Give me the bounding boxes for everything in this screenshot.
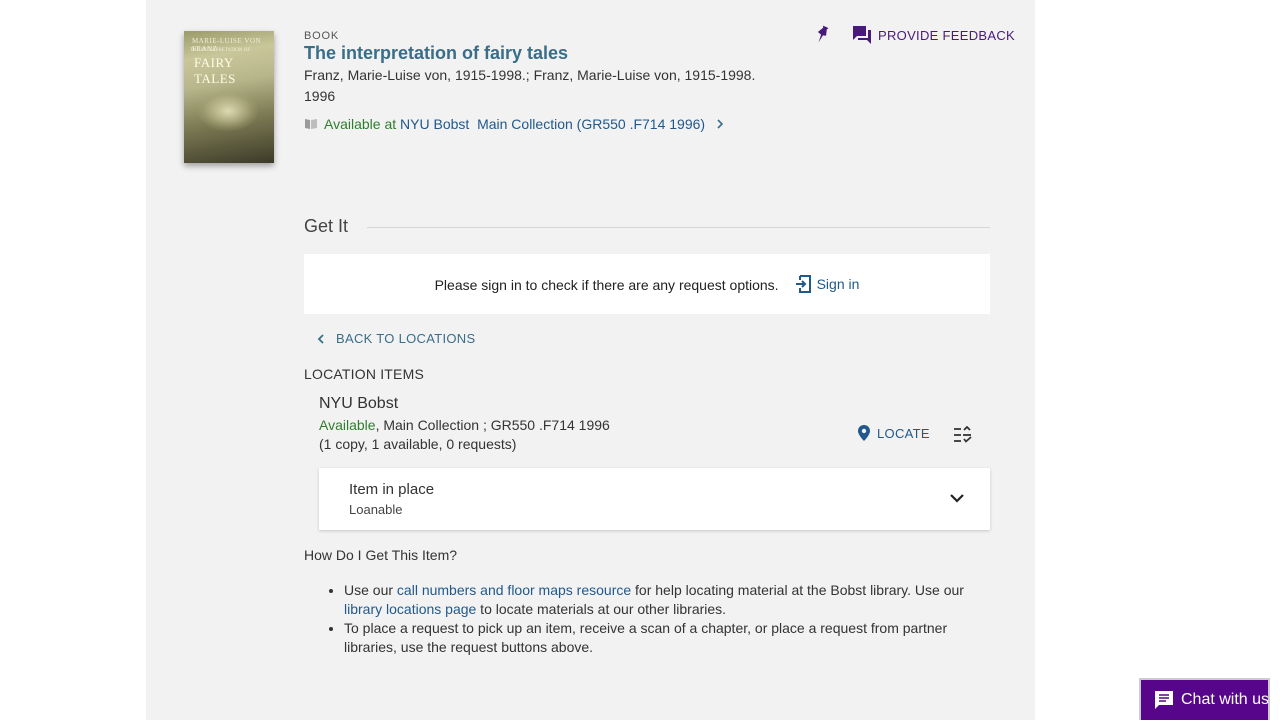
signin-prompt: Please sign in to check if there are any… xyxy=(434,277,779,293)
cover-artwork xyxy=(198,91,258,131)
record-year: 1996 xyxy=(304,88,336,104)
record-actions: PROVIDE FEEDBACK xyxy=(814,25,1015,45)
book-cover-image[interactable]: MARIE-LUISE VON FRANZ THE INTERPRETATION… xyxy=(184,31,274,163)
list-item: Use our call numbers and floor maps reso… xyxy=(344,581,974,619)
filter-list-icon[interactable] xyxy=(953,426,973,444)
chevron-down-icon[interactable] xyxy=(949,492,965,504)
record-title[interactable]: The interpretation of fairy tales xyxy=(304,43,568,64)
record-authors: Franz, Marie-Luise von, 1915-1998.; Fran… xyxy=(304,67,756,83)
item-status-title: Item in place xyxy=(349,481,435,498)
availability-library: NYU Bobst xyxy=(400,116,470,132)
library-name: NYU Bobst xyxy=(319,395,399,412)
availability-location: Main Collection xyxy=(477,116,573,132)
full-record-panel: MARIE-LUISE VON FRANZ THE INTERPRETATION… xyxy=(146,0,1035,720)
back-to-locations-label: BACK TO LOCATIONS xyxy=(336,331,476,346)
library-status-line: Available, Main Collection ; GR550 .F714… xyxy=(319,417,610,433)
back-to-locations-button[interactable]: BACK TO LOCATIONS xyxy=(316,331,475,346)
availability-status: Available at xyxy=(324,116,397,132)
bullet-text: to locate materials at our other librari… xyxy=(476,601,727,617)
library-copies-summary: (1 copy, 1 available, 0 requests) xyxy=(319,436,517,452)
chevron-left-icon xyxy=(317,333,324,344)
chat-widget-button[interactable]: Chat with us xyxy=(1139,678,1270,720)
chat-icon xyxy=(1155,691,1173,709)
map-pin-icon xyxy=(858,425,870,441)
chat-label: Chat with us xyxy=(1181,691,1270,708)
cover-title-text: FAIRY TALES xyxy=(194,55,236,86)
availability-link[interactable]: Available at NYU Bobst Main Collection (… xyxy=(304,116,727,132)
record-type-label: BOOK xyxy=(304,30,339,42)
sign-in-icon xyxy=(795,275,811,293)
item-card[interactable]: Item in place Loanable xyxy=(319,468,990,530)
pin-icon[interactable] xyxy=(814,25,830,45)
feedback-icon xyxy=(853,26,871,44)
list-item: To place a request to pick up an item, r… xyxy=(344,619,974,657)
library-availability-status: Available xyxy=(319,417,376,433)
bullet-text: for help locating material at the Bobst … xyxy=(631,582,964,598)
how-to-list: Use our call numbers and floor maps reso… xyxy=(344,581,974,657)
item-policy: Loanable xyxy=(349,502,403,517)
provide-feedback-button[interactable]: PROVIDE FEEDBACK xyxy=(852,25,1015,45)
cover-subtitle-text: THE INTERPRETATION OF xyxy=(190,48,251,53)
how-to-heading: How Do I Get This Item? xyxy=(304,547,458,563)
provide-feedback-label: PROVIDE FEEDBACK xyxy=(878,27,1015,43)
locate-label: LOCATE xyxy=(877,425,930,441)
library-location-details: , Main Collection ; GR550 .F714 1996 xyxy=(375,417,610,433)
section-divider xyxy=(367,227,990,228)
chevron-right-icon xyxy=(717,119,724,129)
sign-in-button[interactable]: Sign in xyxy=(795,275,860,293)
signin-banner: Please sign in to check if there are any… xyxy=(304,254,990,314)
bullet-text: Use our xyxy=(344,582,397,598)
location-items-heading: LOCATION ITEMS xyxy=(304,366,424,382)
locate-button[interactable]: LOCATE xyxy=(857,424,930,442)
call-numbers-link[interactable]: call numbers and floor maps resource xyxy=(397,582,631,598)
library-locations-link[interactable]: library locations page xyxy=(344,601,476,617)
get-it-heading: Get It xyxy=(304,216,349,236)
book-icon xyxy=(305,119,317,129)
sign-in-label: Sign in xyxy=(816,276,860,292)
availability-call-number: (GR550 .F714 1996) xyxy=(576,116,706,132)
